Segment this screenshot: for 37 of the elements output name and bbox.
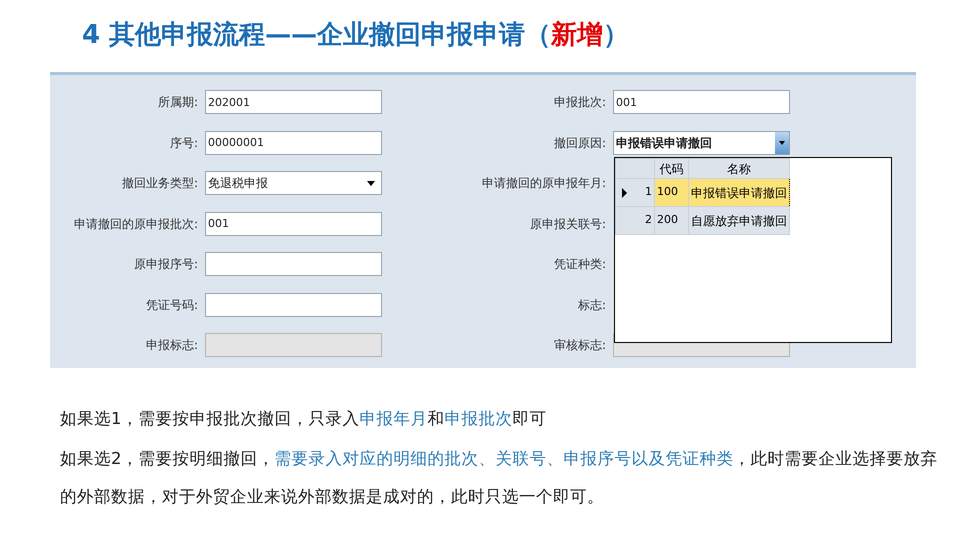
text-field[interactable]: 202001 [205,90,382,114]
field-label: 原申报序号: [132,256,198,273]
field-label: 凭证号码: [144,296,198,314]
note-paragraph: 如果选2，需要按明细撤回，需要录入对应的明细的批次、关联号、申报序号以及凭证种类，此时需要企业选择要放弃的外部数据，对于外贸企业来说外部数据是成对的，此时只选一个即可。 [60,448,938,508]
dropdown-row[interactable]: 2 200 自愿放弃申请撤回 [616,206,790,234]
text-field[interactable] [205,292,382,316]
text-field[interactable]: 001 [613,90,790,114]
row-pointer-icon [622,188,627,198]
field-label: 申报标志: [144,337,198,354]
text-field[interactable]: 001 [205,212,382,236]
select-field[interactable]: 免退税申报 [205,171,382,195]
column-header: 名称 [688,158,790,178]
field-label: 申报批次: [552,94,606,111]
table-cell: 200 [654,206,688,234]
row-number: 2 [645,213,652,226]
field-label: 原申报关联号: [528,216,606,232]
text-field[interactable] [205,252,382,276]
field-label: 审核标志: [552,337,606,354]
field-label: 所属期: [156,94,198,111]
slide-title: 4 其他申报流程——企业撤回申报申请（新增） [81,19,630,52]
field-label: 申请撤回的原申报年月: [480,175,606,192]
table-cell: 100 [654,178,688,206]
combo-field[interactable]: 申报错误申请撤回 [613,130,790,154]
field-label: 撤回原因: [552,134,606,152]
caret-icon [367,180,375,186]
text-field[interactable]: 00000001 [205,130,382,154]
dropdown-row[interactable]: 1 100 申报错误申请撤回 [616,178,790,206]
table-cell: 申报错误申请撤回 [688,178,790,206]
field-label: 凭证种类: [552,256,606,273]
field-label: 序号: [168,134,198,152]
row-number: 1 [645,185,652,198]
note-paragraph: 如果选1，需要按申报批次撤回，只录入申报年月 和申报批次即可 [60,408,548,430]
table-cell: 自愿放弃申请撤回 [688,206,790,234]
field-label: 标志: [576,296,606,314]
dropdown-button[interactable] [775,132,789,154]
field-label: 申请撤回的原申报批次: [72,216,198,232]
field-label: 撤回业务类型: [120,175,198,192]
